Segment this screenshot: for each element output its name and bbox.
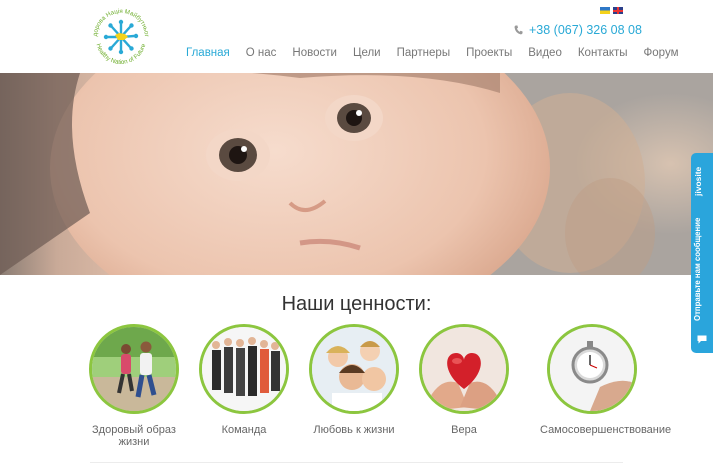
nav-item-news[interactable]: Новости bbox=[292, 47, 337, 59]
nav-item-contacts[interactable]: Контакты bbox=[578, 47, 628, 59]
value-card-team[interactable]: Команда bbox=[192, 324, 296, 436]
value-label: Команда bbox=[221, 424, 267, 436]
value-card-healthy-lifestyle[interactable]: Здоровый образ жизни bbox=[82, 324, 186, 448]
values-heading: Наши ценности: bbox=[281, 293, 432, 315]
chat-widget-tab[interactable]: jivosite Отправьте нам сообщение bbox=[691, 153, 713, 353]
value-label: Вера bbox=[451, 424, 477, 436]
ua-flag-icon[interactable] bbox=[600, 7, 610, 14]
nav-item-goals[interactable]: Цели bbox=[353, 47, 381, 59]
section-divider bbox=[90, 462, 623, 463]
main-nav: Главная О нас Новости Цели Партнеры Прое… bbox=[186, 47, 678, 59]
nav-item-partners[interactable]: Партнеры bbox=[397, 47, 450, 59]
nav-item-home[interactable]: Главная bbox=[186, 47, 230, 59]
value-label: Самосовершенствование bbox=[540, 424, 672, 436]
happy-family-image bbox=[309, 324, 399, 414]
nav-item-forum[interactable]: Форум bbox=[644, 47, 679, 59]
chat-bubble-icon bbox=[697, 335, 707, 344]
business-team-image bbox=[199, 324, 289, 414]
phone-icon bbox=[514, 25, 523, 35]
value-label: Здоровый образ жизни bbox=[92, 424, 176, 448]
chat-brand-label: jivosite bbox=[693, 166, 703, 196]
logo-emblem: Здорова Нація Майбутнього Healthy Nation… bbox=[88, 4, 150, 66]
nav-item-about[interactable]: О нас bbox=[246, 47, 277, 59]
value-label: Любовь к жизни bbox=[313, 424, 395, 436]
phone-contact[interactable]: +38 (067) 326 08 08 bbox=[514, 23, 642, 37]
value-card-love-of-life[interactable]: Любовь к жизни bbox=[302, 324, 406, 436]
language-switcher bbox=[600, 7, 623, 14]
stopwatch-in-hand-image bbox=[547, 324, 637, 414]
value-card-faith[interactable]: Вера bbox=[412, 324, 516, 436]
value-card-self-improvement[interactable]: Самосовершенствование bbox=[540, 324, 672, 436]
heart-in-hands-image bbox=[419, 324, 509, 414]
site-header: Здорова Нація Майбутнього Healthy Nation… bbox=[0, 0, 713, 73]
en-flag-icon[interactable] bbox=[613, 7, 623, 14]
site-logo[interactable]: Здорова Нація Майбутнього Healthy Nation… bbox=[88, 4, 154, 70]
baby-portrait-image bbox=[0, 73, 713, 275]
hero-banner bbox=[0, 73, 713, 275]
phone-number: +38 (067) 326 08 08 bbox=[529, 23, 642, 37]
jogging-couple-image bbox=[89, 324, 179, 414]
nav-item-projects[interactable]: Проекты bbox=[466, 47, 512, 59]
nav-item-video[interactable]: Видео bbox=[528, 47, 562, 59]
